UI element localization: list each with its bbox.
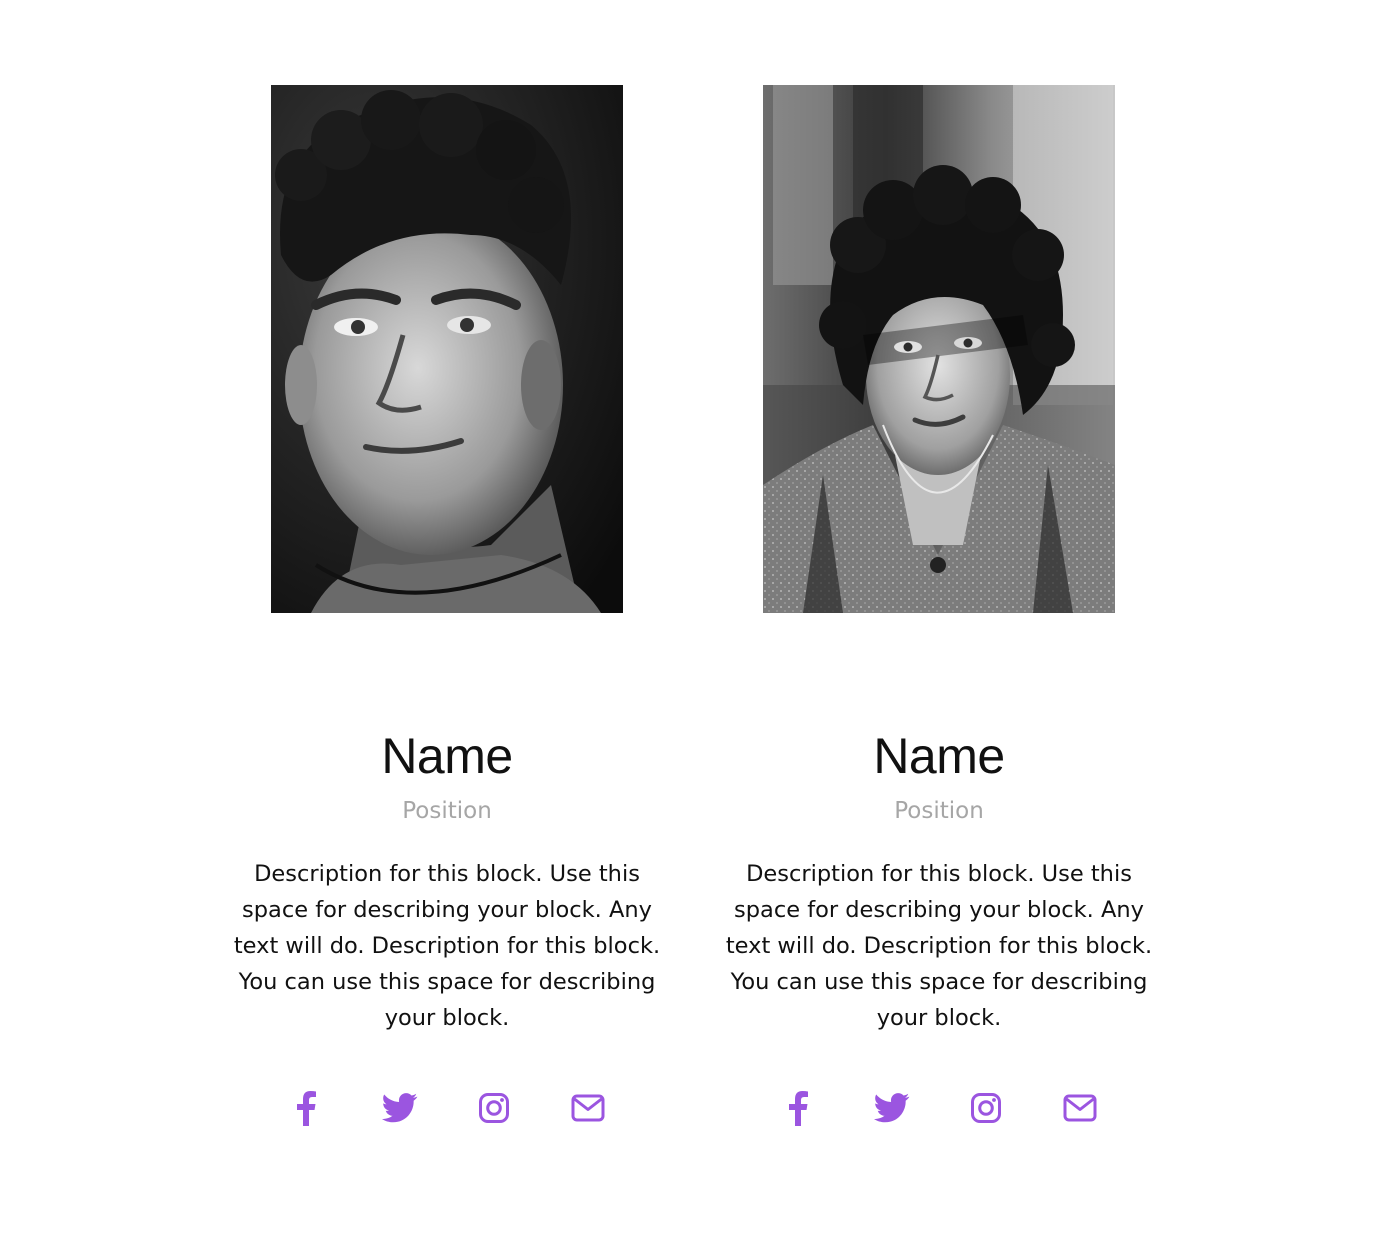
social-links [699, 1088, 1179, 1128]
member-name: Name [873, 728, 1005, 784]
twitter-link[interactable] [873, 1089, 911, 1127]
twitter-icon [874, 1093, 910, 1123]
instagram-icon [971, 1093, 1001, 1123]
member-description: Description for this block. Use this spa… [233, 861, 661, 1031]
member-position: Position [402, 798, 492, 824]
team-section: Name Position Description for this block… [0, 0, 1378, 1241]
instagram-link[interactable] [967, 1089, 1005, 1127]
team-member-card: Name Position Description for this block… [207, 85, 687, 1128]
twitter-icon [382, 1093, 418, 1123]
facebook-icon [297, 1091, 316, 1126]
member-photo [763, 85, 1115, 613]
member-name: Name [381, 728, 513, 784]
instagram-icon [479, 1093, 509, 1123]
facebook-link[interactable] [779, 1089, 817, 1127]
member-position: Position [894, 798, 984, 824]
twitter-link[interactable] [381, 1089, 419, 1127]
social-links [207, 1088, 687, 1128]
facebook-icon [789, 1091, 808, 1126]
facebook-link[interactable] [287, 1089, 325, 1127]
email-link[interactable] [569, 1089, 607, 1127]
instagram-link[interactable] [475, 1089, 513, 1127]
member-photo [271, 85, 623, 613]
email-icon [1063, 1094, 1097, 1122]
email-icon [571, 1094, 605, 1122]
team-member-card: Name Position Description for this block… [699, 85, 1179, 1128]
member-description: Description for this block. Use this spa… [725, 861, 1153, 1031]
email-link[interactable] [1061, 1089, 1099, 1127]
